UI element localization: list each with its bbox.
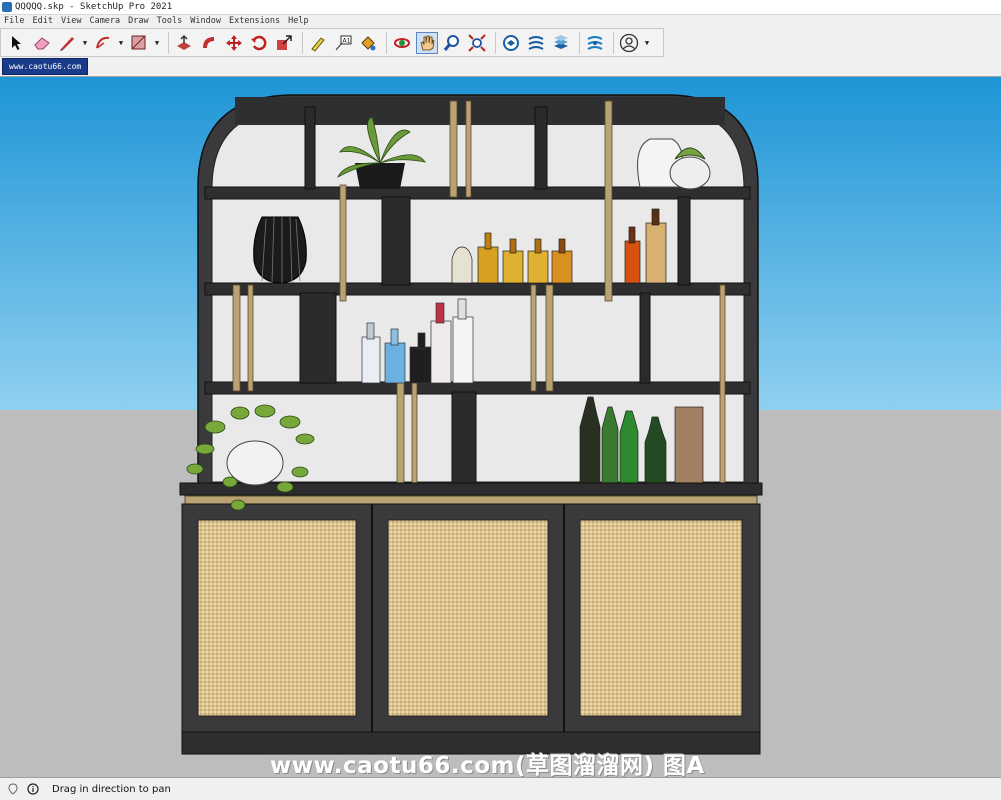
scene-tab-bar: www.caotu66.com	[0, 57, 1001, 75]
menu-camera[interactable]: Camera	[89, 16, 120, 26]
shelf-divider	[639, 292, 651, 384]
follow-me-icon[interactable]	[198, 32, 220, 54]
line-pencil-icon[interactable]	[56, 32, 78, 54]
geo-location-icon[interactable]	[6, 782, 20, 796]
menu-view[interactable]: View	[61, 16, 81, 26]
main-toolbar: ▼ ▼ ▼ A1 ▼	[0, 28, 664, 57]
svg-text:A1: A1	[343, 37, 351, 44]
info-icon[interactable]	[26, 782, 40, 796]
orbit-icon[interactable]	[391, 32, 413, 54]
toolbar-separator	[386, 31, 387, 54]
model-viewport[interactable]: www.caotu66.com(草图溜溜网) 图A	[0, 76, 1001, 778]
menu-edit[interactable]: Edit	[32, 16, 52, 26]
extension-manager-icon[interactable]	[584, 32, 606, 54]
menu-help[interactable]: Help	[288, 16, 308, 26]
chevron-down-icon[interactable]: ▼	[81, 32, 89, 54]
shelf-board	[204, 381, 751, 395]
shelf-divider	[299, 292, 337, 384]
push-pull-icon[interactable]	[173, 32, 195, 54]
toolbar-separator	[579, 31, 580, 54]
scale-icon[interactable]	[273, 32, 295, 54]
cabinet-model-render	[0, 77, 1001, 777]
3d-warehouse-icon[interactable]	[500, 32, 522, 54]
pan-hand-icon[interactable]	[416, 31, 438, 54]
rectangle-icon[interactable]	[128, 32, 150, 54]
zoom-extents-icon[interactable]	[466, 32, 488, 54]
scene-tab[interactable]: www.caotu66.com	[2, 58, 89, 75]
rattan-door-panel	[387, 519, 549, 717]
move-icon[interactable]	[223, 32, 245, 54]
watermark-text: www.caotu66.com(草图溜溜网) 图A	[270, 753, 705, 778]
shelf-divider	[534, 106, 548, 190]
shelf-divider	[677, 196, 691, 286]
menu-extensions[interactable]: Extensions	[229, 16, 280, 26]
layout-icon[interactable]	[550, 32, 572, 54]
toolbar-separator	[168, 31, 169, 54]
succulent-pot	[669, 156, 711, 190]
account-icon[interactable]	[618, 32, 640, 54]
shelf-board	[204, 282, 751, 296]
shelf-divider	[451, 391, 477, 485]
menu-tools[interactable]: Tools	[157, 16, 183, 26]
black-lantern	[253, 216, 307, 284]
eraser-icon[interactable]	[31, 32, 53, 54]
chevron-down-icon[interactable]: ▼	[643, 32, 651, 54]
menu-window[interactable]: Window	[190, 16, 221, 26]
menu-bar: File Edit View Camera Draw Tools Window …	[0, 15, 1001, 27]
window-title: QQQQQ.skp - SketchUp Pro 2021	[15, 2, 173, 12]
toolbar-separator	[302, 31, 303, 54]
menu-draw[interactable]: Draw	[128, 16, 148, 26]
tape-measure-icon[interactable]	[307, 32, 329, 54]
status-message: Drag in direction to pan	[52, 783, 171, 795]
sketchup-app-icon	[2, 2, 12, 12]
shelf-board	[204, 186, 751, 200]
rattan-door-panel	[579, 519, 743, 717]
chevron-down-icon[interactable]: ▼	[153, 32, 161, 54]
zoom-icon[interactable]	[441, 32, 463, 54]
toolbar-separator	[495, 31, 496, 54]
rattan-door-panel	[197, 519, 357, 717]
menu-file[interactable]: File	[4, 16, 24, 26]
select-icon[interactable]	[6, 32, 28, 54]
text-label-icon[interactable]: A1	[332, 32, 354, 54]
rotate-icon[interactable]	[248, 32, 270, 54]
extension-warehouse-icon[interactable]	[525, 32, 547, 54]
arc-icon[interactable]	[92, 32, 114, 54]
paint-bucket-icon[interactable]	[357, 32, 379, 54]
chevron-down-icon[interactable]: ▼	[117, 32, 125, 54]
shelf-divider	[304, 106, 316, 190]
shelf-divider	[381, 196, 411, 286]
status-bar: Drag in direction to pan	[0, 778, 1001, 800]
title-bar: QQQQQ.skp - SketchUp Pro 2021	[0, 0, 1001, 15]
brass-trim	[184, 495, 758, 505]
countertop	[179, 482, 763, 496]
toolbar-separator	[613, 31, 614, 54]
